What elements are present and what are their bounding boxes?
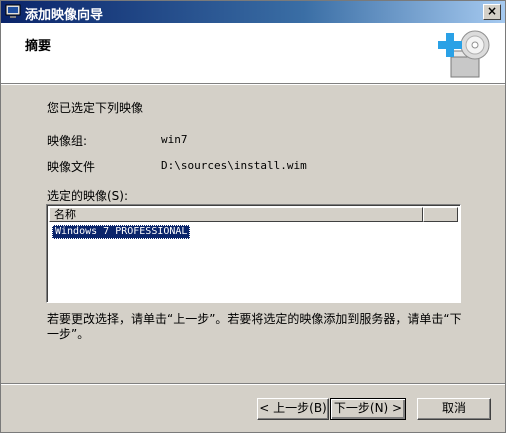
footer-divider — [1, 383, 505, 385]
instruction-note: 若要更改选择，请单击“上一步”。若要将选定的映像添加到服务器，请单击“下一步”。 — [47, 312, 462, 341]
header-divider — [1, 84, 505, 85]
selected-images-list[interactable]: 名称 Windows 7 PROFESSIONAL — [46, 204, 461, 303]
image-group-value: win7 — [161, 133, 188, 146]
image-file-value: D:\sources\install.wim — [161, 159, 307, 172]
page-title: 摘要 — [25, 39, 52, 54]
back-button[interactable]: < 上一步(B) — [257, 398, 329, 420]
summary-intro: 您已选定下列映像 — [47, 101, 144, 115]
title-bar[interactable]: 添加映像向导 × — [1, 1, 505, 23]
cancel-button[interactable]: 取消 — [417, 398, 491, 420]
close-button[interactable]: × — [483, 4, 501, 20]
disc-add-icon — [437, 27, 491, 81]
wizard-header: 摘要 — [1, 23, 505, 84]
column-header-name[interactable]: 名称 — [49, 207, 423, 222]
computer-icon — [5, 4, 21, 19]
column-header-extra[interactable] — [423, 207, 458, 222]
image-file-label: 映像文件 — [47, 160, 96, 174]
list-item[interactable]: Windows 7 PROFESSIONAL — [52, 225, 191, 239]
selected-images-label: 选定的映像(S): — [47, 189, 129, 203]
image-group-label: 映像组: — [47, 134, 88, 148]
next-button[interactable]: 下一步(N) > — [330, 398, 406, 420]
window-title: 添加映像向导 — [25, 8, 104, 23]
close-icon: × — [486, 4, 498, 18]
wizard-window: 添加映像向导 × 摘要 您已选定下列映像 映像组: win7 映像文件 D:\s… — [0, 0, 506, 433]
